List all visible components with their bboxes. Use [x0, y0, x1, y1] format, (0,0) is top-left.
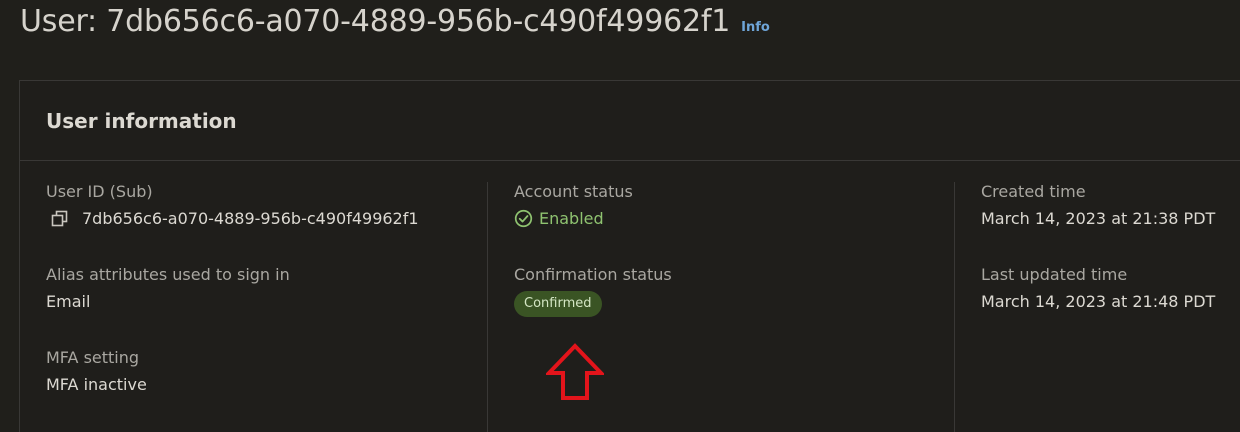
- account-status-value-row: Enabled: [514, 209, 633, 228]
- user-id-label: User ID (Sub): [46, 182, 153, 201]
- column-timestamps: Created time March 14, 2023 at 21:38 PDT…: [954, 182, 1240, 432]
- user-id-value: 7db656c6-a070-4889-956b-c490f49962f1: [82, 209, 419, 228]
- panel-header: User information: [20, 81, 1240, 161]
- alias-attributes-label: Alias attributes used to sign in: [46, 265, 290, 284]
- confirmation-status-field: Confirmation status Confirmed: [514, 265, 672, 317]
- account-status-value: Enabled: [539, 209, 604, 228]
- account-status-field: Account status Enabled: [514, 182, 633, 228]
- info-link[interactable]: Info: [741, 20, 770, 35]
- alias-attributes-value: Email: [46, 292, 91, 311]
- page-title: User: 7db656c6-a070-4889-956b-c490f49962…: [20, 4, 731, 39]
- up-arrow-icon: [546, 343, 604, 400]
- last-updated-time-label: Last updated time: [981, 265, 1128, 284]
- confirmation-status-badge: Confirmed: [514, 291, 602, 317]
- mfa-setting-label: MFA setting: [46, 348, 140, 367]
- user-information-panel: User information User ID (Sub) 7db656c6-…: [19, 80, 1240, 432]
- created-time-value: March 14, 2023 at 21:38 PDT: [981, 209, 1216, 228]
- check-circle-icon: [514, 209, 533, 228]
- confirmation-status-label: Confirmation status: [514, 265, 672, 284]
- user-id-field: User ID (Sub) 7db656c6-a070-4889-956b-c4…: [46, 182, 419, 228]
- account-status-label: Account status: [514, 182, 633, 201]
- column-identity: User ID (Sub) 7db656c6-a070-4889-956b-c4…: [46, 182, 486, 432]
- page: User: 7db656c6-a070-4889-956b-c490f49962…: [0, 0, 1240, 432]
- mfa-setting-value: MFA inactive: [46, 375, 147, 394]
- created-time-label: Created time: [981, 182, 1086, 201]
- user-id-value-row: 7db656c6-a070-4889-956b-c490f49962f1: [46, 209, 419, 228]
- alias-attributes-field: Alias attributes used to sign in Email: [46, 265, 290, 311]
- mfa-setting-field: MFA setting MFA inactive: [46, 348, 147, 394]
- last-updated-time-field: Last updated time March 14, 2023 at 21:4…: [981, 265, 1215, 311]
- created-time-field: Created time March 14, 2023 at 21:38 PDT: [981, 182, 1215, 228]
- last-updated-time-value: March 14, 2023 at 21:48 PDT: [981, 292, 1216, 311]
- copy-icon[interactable]: [51, 210, 69, 228]
- panel-title: User information: [46, 108, 237, 133]
- page-header: User: 7db656c6-a070-4889-956b-c490f49962…: [20, 4, 770, 39]
